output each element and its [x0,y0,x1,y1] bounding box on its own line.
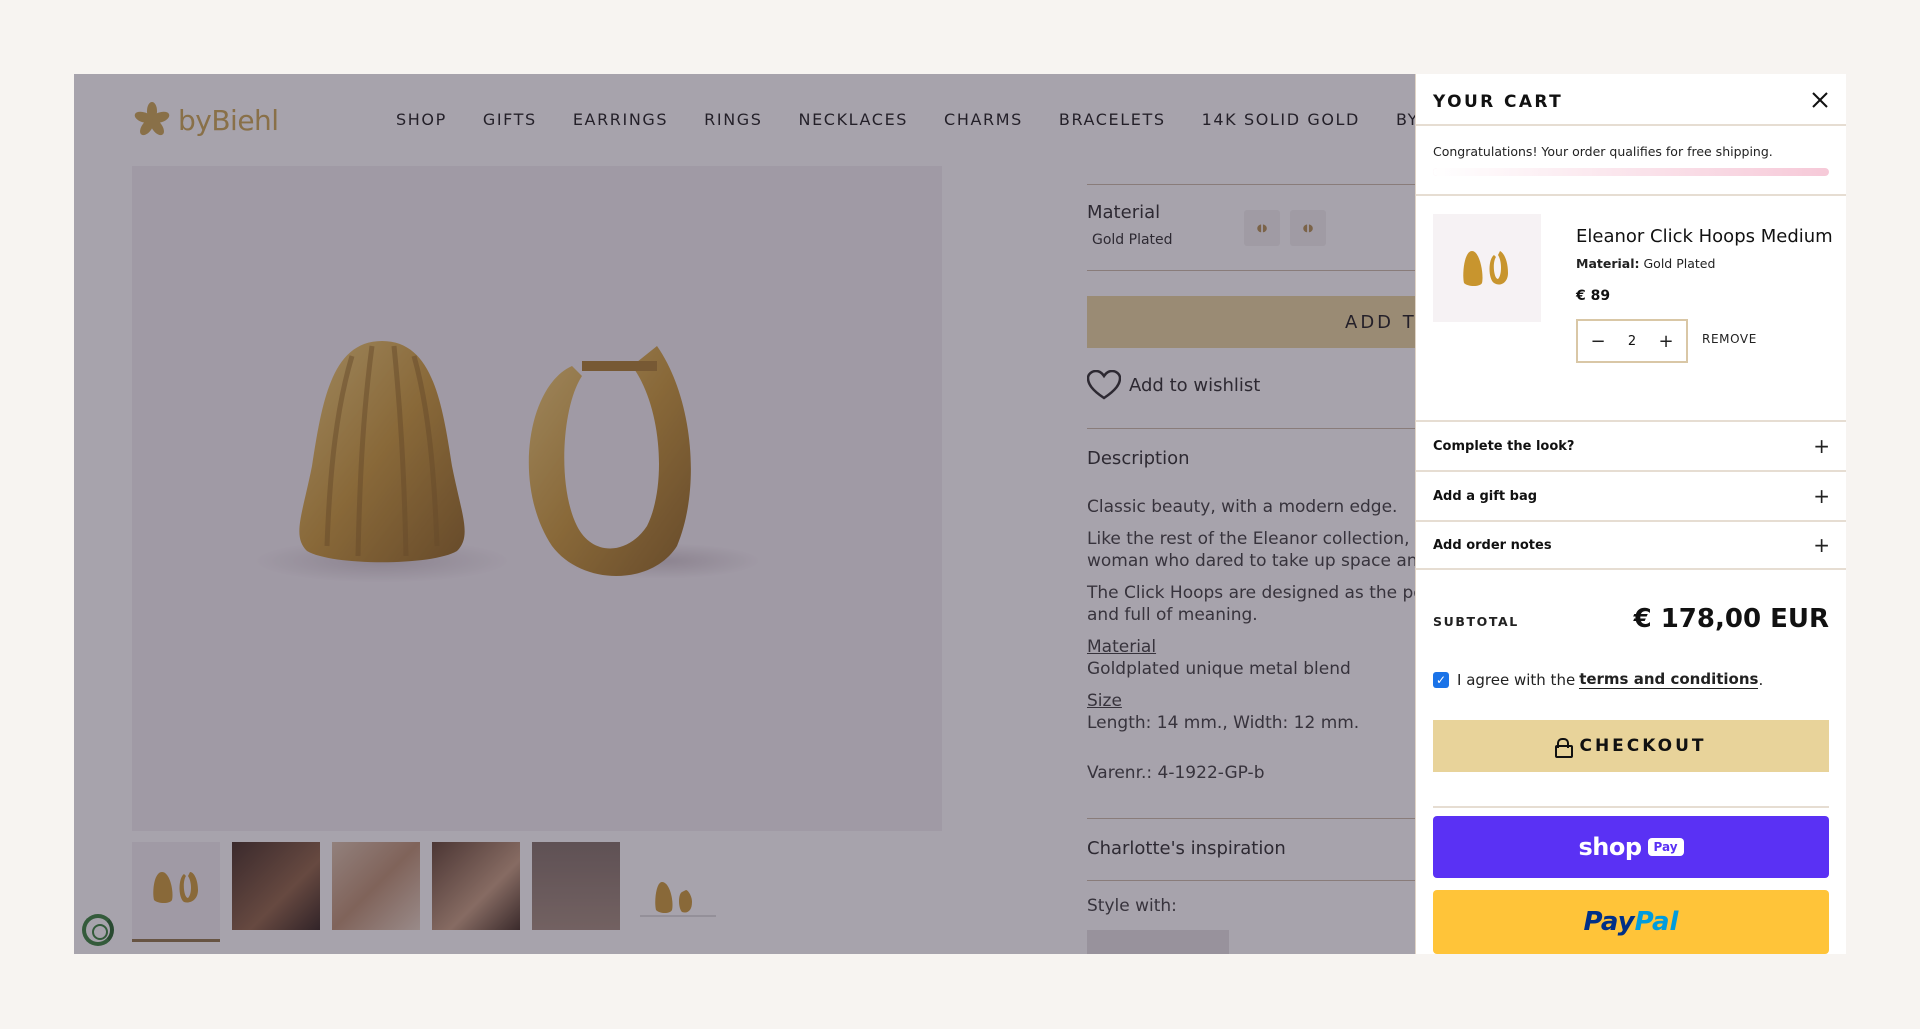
accordion-gift-bag[interactable]: Add a gift bag + [1416,470,1846,520]
minus-icon[interactable]: − [1588,331,1608,352]
shop-pay-button[interactable]: shop Pay [1433,816,1829,878]
shop-pay-logo: shop [1578,833,1642,861]
cart-title: YOUR CART [1433,92,1564,112]
checkout-button[interactable]: CHECKOUT [1433,720,1829,772]
paypal-logo-part1: Pay [1583,907,1635,937]
plus-icon: + [1813,484,1830,508]
cart-item-material-value: Gold Plated [1643,256,1716,271]
terms-checkbox[interactable]: ✓ [1433,671,1449,688]
terms-agreement: ✓ I agree with the terms and conditions … [1433,670,1763,689]
browser-viewport: byBiehl SHOP GIFTS EARRINGS RINGS NECKLA… [74,74,1846,954]
accordion-label: Add order notes [1433,537,1552,553]
earring-thumb-icon [1463,251,1508,286]
quantity-value[interactable]: 2 [1628,334,1636,349]
divider [1433,806,1829,808]
terms-suffix: . [1758,670,1764,689]
cart-item-price: € 89 [1576,288,1611,304]
subtotal-value: € 178,00 EUR [1633,604,1829,634]
terms-prefix: I agree with the [1457,670,1576,689]
accordion-order-notes[interactable]: Add order notes + [1416,520,1846,570]
cart-drawer: YOUR CART Congratulations! Your order qu… [1415,74,1846,954]
cart-item-material: Material: Gold Plated [1576,256,1715,271]
close-cart-button[interactable] [1808,88,1832,112]
cart-item-name[interactable]: Eleanor Click Hoops Medium [1576,226,1833,247]
shop-pay-badge: Pay [1647,838,1684,856]
plus-icon[interactable]: + [1656,331,1676,352]
remove-item-button[interactable]: REMOVE [1702,332,1757,346]
cart-item-image[interactable] [1433,214,1541,322]
accordion-label: Complete the look? [1433,438,1575,454]
paypal-button[interactable]: Pay Pal [1433,890,1829,954]
terms-link[interactable]: terms and conditions [1579,670,1759,689]
cart-item-material-label: Material: [1576,256,1640,271]
checkout-label: CHECKOUT [1579,736,1707,756]
accordion-label: Add a gift bag [1433,488,1538,504]
divider [1416,124,1846,126]
free-shipping-progress [1433,168,1829,176]
progress-fill [1433,168,1829,176]
plus-icon: + [1813,434,1830,458]
accordion-complete-the-look[interactable]: Complete the look? + [1416,420,1846,470]
free-shipping-message: Congratulations! Your order qualifies fo… [1433,144,1773,159]
lock-icon [1555,738,1574,758]
close-icon [1812,92,1828,108]
divider [1416,194,1846,196]
quantity-stepper: − 2 + [1576,319,1688,363]
plus-icon: + [1813,533,1830,557]
paypal-logo-part2: Pal [1634,907,1679,937]
subtotal-label: SUBTOTAL [1433,614,1519,629]
